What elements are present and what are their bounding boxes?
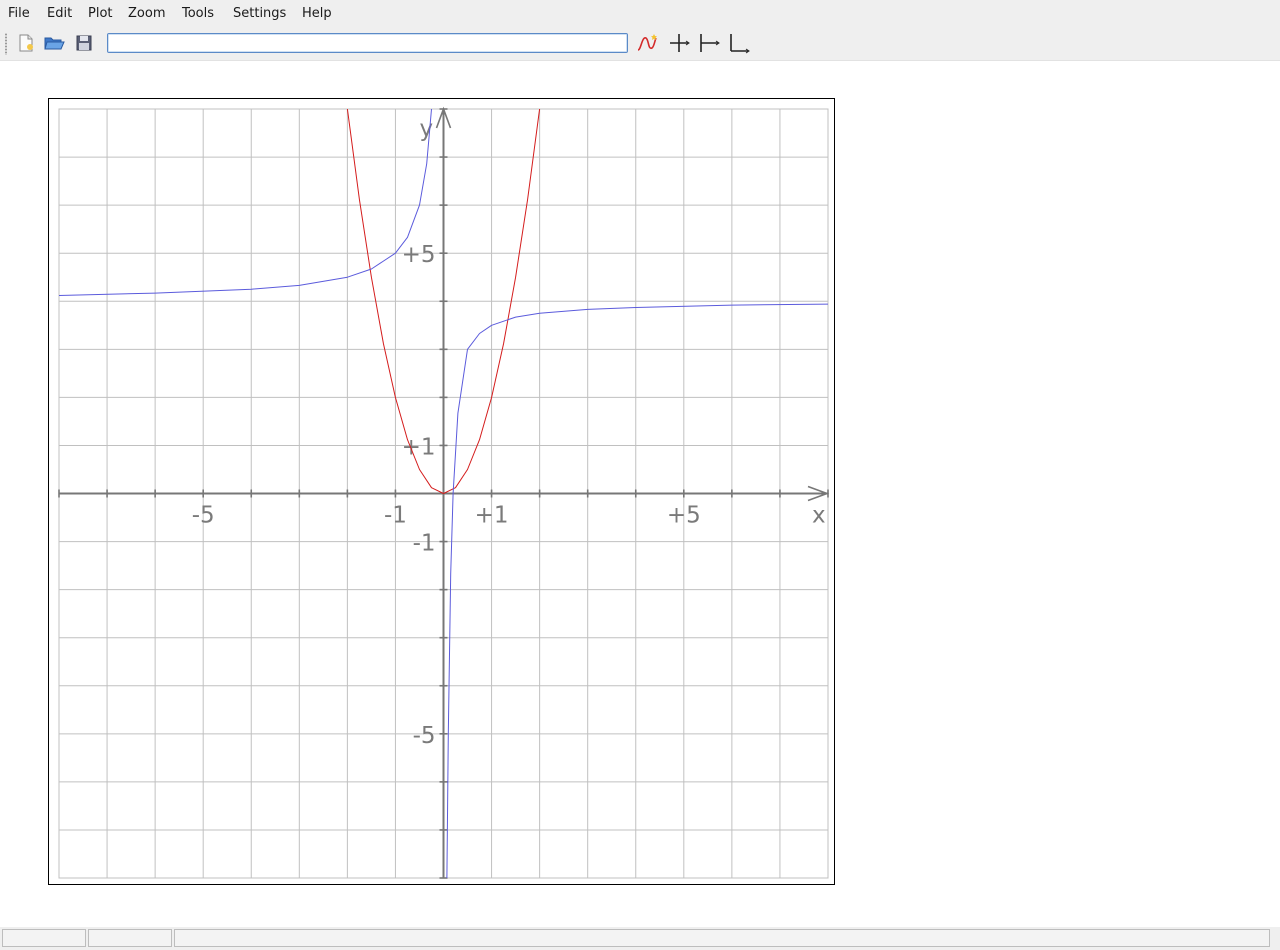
open-folder-icon <box>44 37 65 50</box>
axes-corner-button[interactable] <box>726 30 752 56</box>
new-function-button[interactable] <box>635 30 661 56</box>
y-tick-label: -5 <box>413 723 436 749</box>
plot-area[interactable]: -5 -1 +1 +5 +5 +1 -1 -5 x y <box>48 98 835 885</box>
x-axis-label: x <box>812 503 826 529</box>
axes-cross-button[interactable] <box>666 30 692 56</box>
new-file-icon <box>19 34 33 52</box>
open-button[interactable] <box>41 30 67 56</box>
axes-cross-icon <box>670 34 690 52</box>
menu-tools[interactable]: Tools <box>182 5 214 23</box>
y-tick-label: +5 <box>402 242 436 268</box>
save-disk-icon <box>76 35 92 51</box>
menu-bar: File Edit Plot Zoom Tools Settings Help <box>0 0 1280 27</box>
status-bar <box>0 927 1280 950</box>
new-file-button[interactable] <box>13 30 39 56</box>
axes-left-icon <box>700 34 720 52</box>
y-axis-label: y <box>420 116 434 142</box>
x-tick-label: -1 <box>384 503 407 529</box>
menu-edit[interactable]: Edit <box>47 5 72 23</box>
status-cell-1 <box>2 929 86 947</box>
function-plot[interactable]: -5 -1 +1 +5+5+1-1-5xy <box>49 99 836 886</box>
axes-left-button[interactable] <box>696 30 722 56</box>
status-cell-3 <box>174 929 1270 947</box>
function-input[interactable] <box>107 33 628 53</box>
toolbar <box>0 27 1280 61</box>
status-cell-2 <box>88 929 172 947</box>
toolbar-grip[interactable] <box>4 33 8 55</box>
new-function-icon <box>637 34 657 51</box>
x-tick-label: -5 <box>192 503 215 529</box>
menu-zoom[interactable]: Zoom <box>128 5 165 23</box>
menu-plot[interactable]: Plot <box>88 5 113 23</box>
x-tick-label: +1 <box>475 503 509 529</box>
y-tick-label: -1 <box>413 531 436 557</box>
x-tick-label: +5 <box>667 503 701 529</box>
menu-settings[interactable]: Settings <box>233 5 286 23</box>
axes-corner-icon <box>730 34 750 54</box>
save-button[interactable] <box>71 30 97 56</box>
menu-help[interactable]: Help <box>302 5 332 23</box>
menu-file[interactable]: File <box>8 5 30 23</box>
